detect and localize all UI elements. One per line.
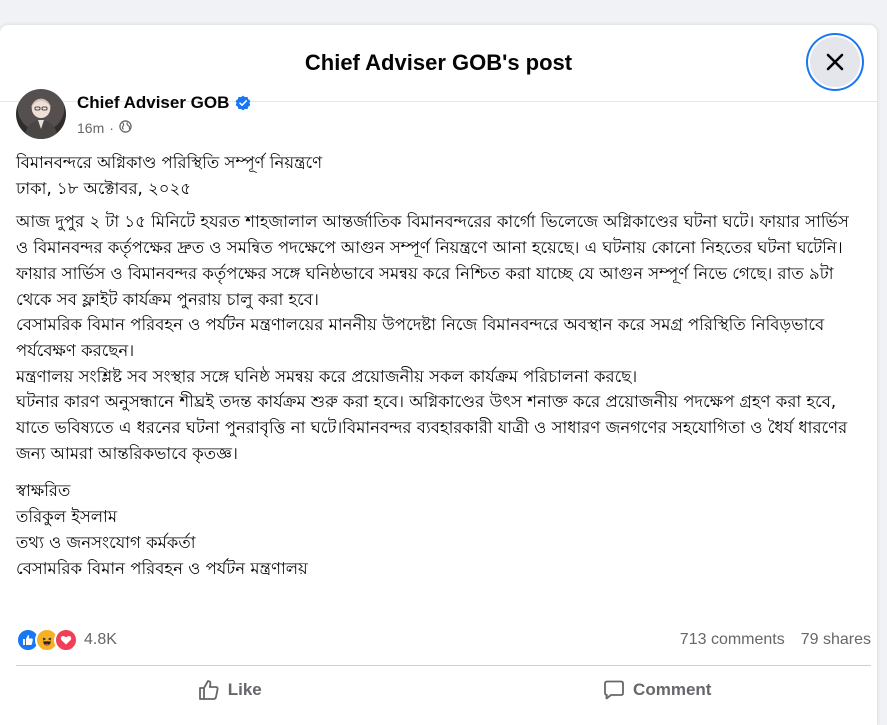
avatar[interactable] — [16, 89, 66, 139]
post-signature: স্বাক্ষরিত তরিকুল ইসলাম তথ্য ও জনসংযোগ ক… — [16, 481, 308, 578]
globe-icon — [119, 119, 132, 136]
close-button[interactable] — [810, 37, 860, 87]
post-header: Chief Adviser GOB 16m · — [16, 89, 251, 139]
comments-count[interactable]: 713 comments — [680, 631, 785, 649]
dialog-title: Chief Adviser GOB's post — [304, 50, 573, 75]
reaction-summary[interactable]: 4.8K — [16, 628, 117, 652]
post-heading: বিমানবন্দরে অগ্নিকাণ্ড পরিস্থিতি সম্পূর্… — [16, 153, 323, 198]
author-name[interactable]: Chief Adviser GOB — [77, 93, 229, 113]
verified-badge-icon — [235, 95, 251, 111]
comment-label: Comment — [633, 680, 712, 699]
like-button[interactable]: Like — [16, 670, 444, 710]
thumbs-up-icon — [198, 680, 219, 700]
close-icon — [826, 53, 844, 71]
love-icon — [54, 628, 78, 652]
separator-dot: · — [109, 119, 114, 136]
like-label: Like — [227, 680, 262, 699]
comment-icon — [604, 680, 624, 700]
reactions-row: 4.8K 713 comments 79 shares — [16, 628, 871, 652]
post-time[interactable]: 16m — [77, 120, 104, 136]
comment-button[interactable]: Comment — [444, 670, 872, 710]
action-bar: Like Comment — [16, 670, 871, 710]
reaction-count[interactable]: 4.8K — [84, 631, 117, 649]
divider — [16, 665, 871, 666]
shares-count[interactable]: 79 shares — [801, 631, 871, 649]
post-body: বিমানবন্দরে অগ্নিকাণ্ড পরিস্থিতি সম্পূর্… — [16, 150, 866, 581]
post-main-text: আজ দুপুর ২ টা ১৫ মিনিটে হযরত শাহজালাল আন… — [16, 212, 849, 463]
